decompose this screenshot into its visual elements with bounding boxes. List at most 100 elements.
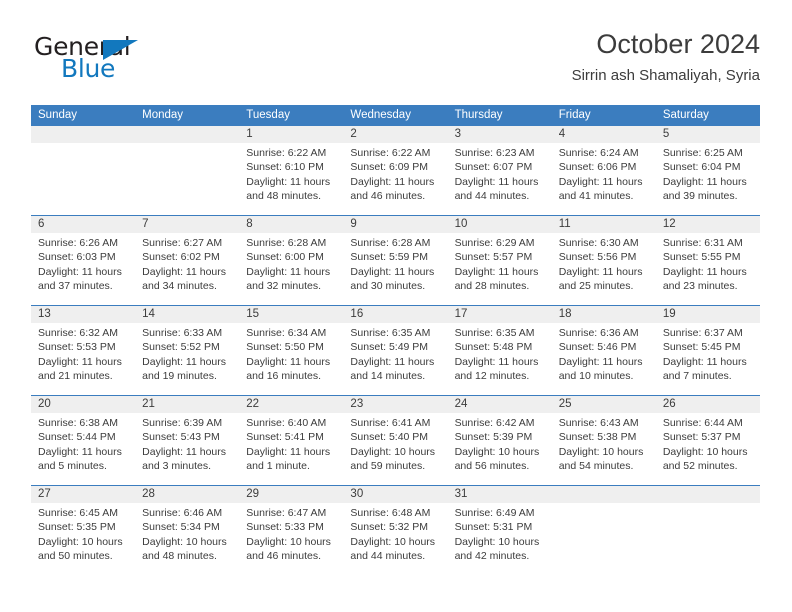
sunset-text: Sunset: 5:56 PM xyxy=(558,251,637,264)
day-number[interactable]: 1 xyxy=(239,126,343,143)
sunset-text: Sunset: 6:02 PM xyxy=(142,251,220,264)
sunrise-text: Sunrise: 6:41 AM xyxy=(350,417,431,429)
day-cell: Sunrise: 6:49 AM Sunset: 5:31 PM Dayligh… xyxy=(448,503,552,575)
general-blue-logo[interactable]: General Blue xyxy=(31,32,251,88)
daylight-text: Daylight: 10 hours and 56 minutes. xyxy=(454,445,540,473)
daylight-text: Daylight: 11 hours and 14 minutes. xyxy=(350,355,435,383)
day-number[interactable]: 11 xyxy=(552,216,656,233)
calendar-page: General Blue October 2024 Sirrin ash Sha… xyxy=(0,0,792,612)
day-cell: Sunrise: 6:37 AM Sunset: 5:45 PM Dayligh… xyxy=(656,323,760,395)
week-day-number-band: 20 21 22 23 24 25 26 xyxy=(31,396,760,413)
day-cell: Sunrise: 6:43 AM Sunset: 5:38 PM Dayligh… xyxy=(552,413,656,485)
day-number[interactable]: 20 xyxy=(31,396,135,413)
daylight-text: Daylight: 10 hours and 52 minutes. xyxy=(662,445,748,473)
day-number[interactable]: 21 xyxy=(135,396,239,413)
sunrise-text: Sunrise: 6:35 AM xyxy=(350,327,431,339)
day-number[interactable]: 12 xyxy=(656,216,760,233)
daylight-text: Daylight: 11 hours and 44 minutes. xyxy=(454,175,539,203)
day-number[interactable]: 13 xyxy=(31,306,135,323)
daylight-text: Daylight: 11 hours and 32 minutes. xyxy=(246,265,331,293)
sunset-text: Sunset: 5:33 PM xyxy=(246,521,324,534)
sunset-text: Sunset: 5:34 PM xyxy=(142,521,220,534)
day-number[interactable]: 19 xyxy=(656,306,760,323)
sunset-text: Sunset: 5:39 PM xyxy=(454,431,533,444)
day-number[interactable]: 5 xyxy=(656,126,760,143)
sunset-text: Sunset: 6:09 PM xyxy=(350,161,429,174)
daylight-text: Daylight: 10 hours and 50 minutes. xyxy=(38,535,123,563)
day-number[interactable]: 8 xyxy=(239,216,343,233)
day-cell: Sunrise: 6:28 AM Sunset: 6:00 PM Dayligh… xyxy=(239,233,343,305)
weekday-header-saturday: Saturday xyxy=(662,109,709,121)
sunrise-text: Sunrise: 6:32 AM xyxy=(38,327,118,339)
daylight-text: Daylight: 11 hours and 41 minutes. xyxy=(558,175,643,203)
daylight-text: Daylight: 11 hours and 5 minutes. xyxy=(38,445,122,473)
day-cell: Sunrise: 6:35 AM Sunset: 5:49 PM Dayligh… xyxy=(343,323,447,395)
day-number[interactable] xyxy=(656,486,760,503)
day-number[interactable]: 7 xyxy=(135,216,239,233)
day-number[interactable]: 30 xyxy=(343,486,447,503)
sunrise-text: Sunrise: 6:35 AM xyxy=(454,327,535,339)
sunrise-text: Sunrise: 6:26 AM xyxy=(38,237,118,249)
day-number[interactable]: 17 xyxy=(448,306,552,323)
day-cell: Sunrise: 6:30 AM Sunset: 5:56 PM Dayligh… xyxy=(552,233,656,305)
day-number[interactable]: 6 xyxy=(31,216,135,233)
day-cell: Sunrise: 6:39 AM Sunset: 5:43 PM Dayligh… xyxy=(135,413,239,485)
daylight-text: Daylight: 11 hours and 48 minutes. xyxy=(246,175,331,203)
day-number[interactable]: 26 xyxy=(656,396,760,413)
daylight-text: Daylight: 10 hours and 48 minutes. xyxy=(142,535,227,563)
day-number[interactable]: 14 xyxy=(135,306,239,323)
day-cell: Sunrise: 6:29 AM Sunset: 5:57 PM Dayligh… xyxy=(448,233,552,305)
day-number[interactable]: 4 xyxy=(552,126,656,143)
daylight-text: Daylight: 10 hours and 42 minutes. xyxy=(454,535,540,563)
daylight-text: Daylight: 11 hours and 25 minutes. xyxy=(558,265,643,293)
day-number[interactable] xyxy=(552,486,656,503)
day-cell: Sunrise: 6:36 AM Sunset: 5:46 PM Dayligh… xyxy=(552,323,656,395)
sunrise-text: Sunrise: 6:48 AM xyxy=(350,507,431,519)
day-cell: Sunrise: 6:44 AM Sunset: 5:37 PM Dayligh… xyxy=(656,413,760,485)
sunrise-text: Sunrise: 6:22 AM xyxy=(350,147,431,159)
day-number[interactable] xyxy=(135,126,239,143)
sunset-text: Sunset: 5:32 PM xyxy=(350,521,429,534)
sunrise-text: Sunrise: 6:44 AM xyxy=(662,417,743,429)
day-number[interactable]: 3 xyxy=(448,126,552,143)
day-number[interactable]: 25 xyxy=(552,396,656,413)
day-cell: Sunrise: 6:26 AM Sunset: 6:03 PM Dayligh… xyxy=(31,233,135,305)
day-number[interactable]: 2 xyxy=(343,126,447,143)
day-number[interactable]: 29 xyxy=(239,486,343,503)
day-number[interactable]: 31 xyxy=(448,486,552,503)
day-number[interactable]: 9 xyxy=(343,216,447,233)
day-number[interactable]: 23 xyxy=(343,396,447,413)
day-cell xyxy=(656,503,760,575)
daylight-text: Daylight: 11 hours and 3 minutes. xyxy=(142,445,226,473)
calendar-week-row: 1 2 3 4 5 Sunrise: 6:22 AM Sunset: 6:10 … xyxy=(31,126,760,215)
day-number[interactable]: 24 xyxy=(448,396,552,413)
day-cell: Sunrise: 6:42 AM Sunset: 5:39 PM Dayligh… xyxy=(448,413,552,485)
week-detail-band: Sunrise: 6:26 AM Sunset: 6:03 PM Dayligh… xyxy=(31,233,760,305)
page-title: October 2024 xyxy=(596,29,760,59)
day-number[interactable]: 15 xyxy=(239,306,343,323)
day-cell: Sunrise: 6:35 AM Sunset: 5:48 PM Dayligh… xyxy=(448,323,552,395)
day-number[interactable]: 22 xyxy=(239,396,343,413)
daylight-text: Daylight: 11 hours and 37 minutes. xyxy=(38,265,122,293)
calendar-week-row: 20 21 22 23 24 25 26 Sunrise: 6:38 AM Su… xyxy=(31,395,760,485)
sunrise-text: Sunrise: 6:42 AM xyxy=(454,417,535,429)
daylight-text: Daylight: 11 hours and 7 minutes. xyxy=(662,355,747,383)
day-cell: Sunrise: 6:31 AM Sunset: 5:55 PM Dayligh… xyxy=(656,233,760,305)
sunrise-text: Sunrise: 6:28 AM xyxy=(246,237,327,249)
day-number[interactable]: 27 xyxy=(31,486,135,503)
day-number[interactable]: 16 xyxy=(343,306,447,323)
sunset-text: Sunset: 5:59 PM xyxy=(350,251,429,264)
day-cell: Sunrise: 6:27 AM Sunset: 6:02 PM Dayligh… xyxy=(135,233,239,305)
daylight-text: Daylight: 10 hours and 54 minutes. xyxy=(558,445,644,473)
sunrise-text: Sunrise: 6:40 AM xyxy=(246,417,327,429)
day-number[interactable]: 18 xyxy=(552,306,656,323)
week-detail-band: Sunrise: 6:32 AM Sunset: 5:53 PM Dayligh… xyxy=(31,323,760,395)
day-cell xyxy=(552,503,656,575)
day-number[interactable]: 28 xyxy=(135,486,239,503)
day-number[interactable] xyxy=(31,126,135,143)
sunrise-text: Sunrise: 6:38 AM xyxy=(38,417,118,429)
sunrise-text: Sunrise: 6:28 AM xyxy=(350,237,431,249)
weekday-header-wednesday: Wednesday xyxy=(350,109,411,121)
sunset-text: Sunset: 6:04 PM xyxy=(662,161,741,174)
day-number[interactable]: 10 xyxy=(448,216,552,233)
